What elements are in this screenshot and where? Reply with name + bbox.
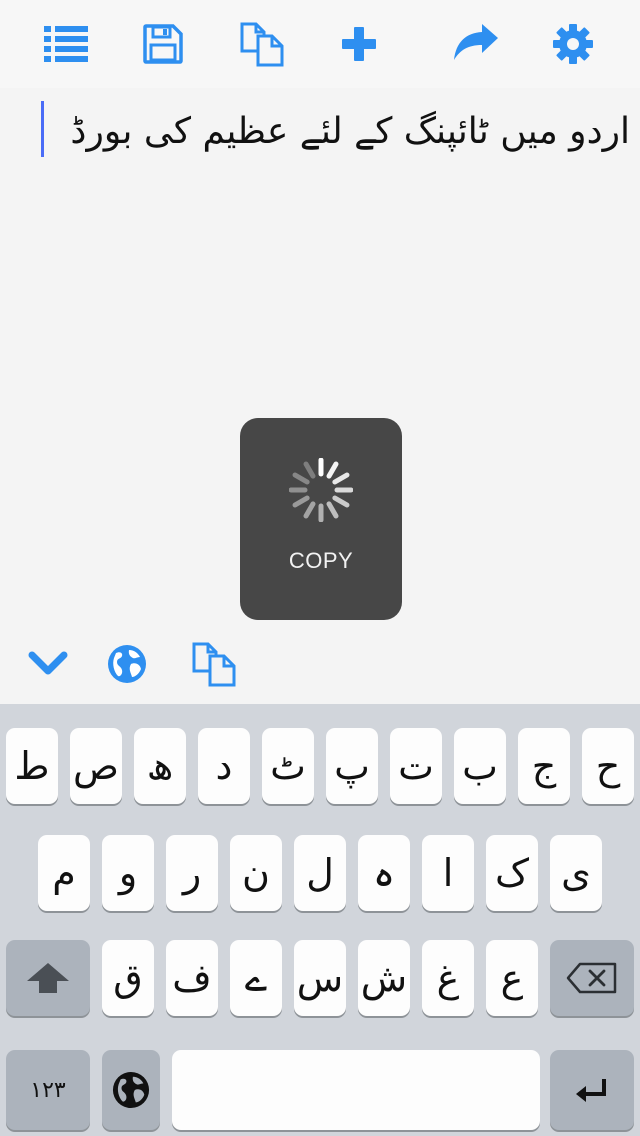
- key[interactable]: پ: [326, 728, 378, 804]
- globe-key[interactable]: [102, 1050, 160, 1130]
- key[interactable]: م: [38, 835, 90, 911]
- save-icon: [143, 24, 183, 64]
- key[interactable]: و: [102, 835, 154, 911]
- return-icon: [576, 1079, 606, 1102]
- backspace-icon: [566, 962, 617, 994]
- copy-progress-hud: COPY: [240, 418, 402, 620]
- chevron-down-icon: [28, 651, 68, 675]
- globe-icon: [112, 1071, 150, 1109]
- key[interactable]: ل: [294, 835, 346, 911]
- gear-icon: [553, 24, 593, 64]
- key[interactable]: ج: [518, 728, 570, 804]
- plus-icon: [342, 27, 376, 61]
- key[interactable]: ص: [70, 728, 122, 804]
- key[interactable]: ھ: [134, 728, 186, 804]
- hide-keyboard-button[interactable]: [24, 640, 72, 688]
- numbers-key-label: ۱۲۳: [30, 1077, 66, 1103]
- copy-text-button[interactable]: [190, 640, 238, 688]
- key[interactable]: ق: [102, 940, 154, 1016]
- add-button[interactable]: [333, 18, 385, 70]
- shift-key[interactable]: [6, 940, 90, 1016]
- copy-icon: [192, 642, 236, 687]
- share-button[interactable]: [450, 18, 502, 70]
- key[interactable]: ر: [166, 835, 218, 911]
- settings-button[interactable]: [547, 18, 599, 70]
- key[interactable]: ا: [422, 835, 474, 911]
- globe-icon: [108, 645, 146, 683]
- numbers-key[interactable]: ۱۲۳: [6, 1050, 90, 1130]
- list-button[interactable]: [40, 18, 92, 70]
- key[interactable]: ٹ: [262, 728, 314, 804]
- copy-icon: [240, 22, 284, 67]
- copy-button[interactable]: [236, 18, 288, 70]
- save-button[interactable]: [137, 18, 189, 70]
- toolbar: [0, 0, 640, 88]
- hud-label: COPY: [288, 548, 354, 573]
- key[interactable]: ے: [230, 940, 282, 1016]
- spinner-icon: [289, 458, 353, 522]
- key[interactable]: ع: [486, 940, 538, 1016]
- return-key[interactable]: [550, 1050, 634, 1130]
- urdu-keyboard: ط ص ھ د ٹ پ ت ب ج ح م و ر ن ل ہ ا ک ی ق …: [0, 704, 640, 1136]
- backspace-key[interactable]: [550, 940, 634, 1016]
- editor-text: اردو میں ٹائپنگ کے لئے عظیم کی بورڈ: [70, 111, 630, 152]
- globe-button[interactable]: [103, 640, 151, 688]
- key[interactable]: ح: [582, 728, 634, 804]
- space-key[interactable]: [172, 1050, 540, 1130]
- key[interactable]: ش: [358, 940, 410, 1016]
- shift-icon: [27, 963, 69, 993]
- key[interactable]: ت: [390, 728, 442, 804]
- key[interactable]: ن: [230, 835, 282, 911]
- key[interactable]: ط: [6, 728, 58, 804]
- key[interactable]: ک: [486, 835, 538, 911]
- list-icon: [44, 26, 88, 62]
- key[interactable]: ی: [550, 835, 602, 911]
- key[interactable]: ب: [454, 728, 506, 804]
- key[interactable]: غ: [422, 940, 474, 1016]
- key[interactable]: س: [294, 940, 346, 1016]
- share-icon: [454, 24, 498, 60]
- key[interactable]: ف: [166, 940, 218, 1016]
- text-cursor: [41, 101, 44, 157]
- key[interactable]: د: [198, 728, 250, 804]
- key[interactable]: ہ: [358, 835, 410, 911]
